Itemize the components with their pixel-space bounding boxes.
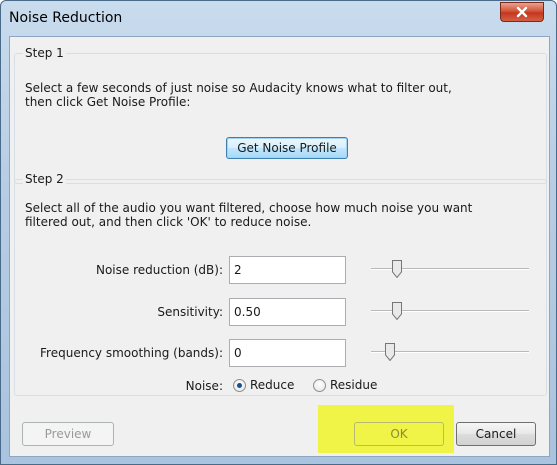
radio-reduce[interactable]: Reduce	[233, 378, 294, 392]
preview-button[interactable]: Preview	[22, 422, 114, 446]
step1-group: Step 1 Select a few seconds of just nois…	[14, 46, 547, 184]
step2-group: Step 2 Select all of the audio you want …	[14, 172, 547, 396]
sensitivity-field[interactable]: 0.50	[229, 298, 346, 326]
ok-button[interactable]: OK	[354, 422, 444, 446]
window-title: Noise Reduction	[9, 10, 123, 26]
get-noise-profile-button[interactable]: Get Noise Profile	[226, 137, 348, 159]
noise-reduction-field[interactable]: 2	[229, 256, 346, 284]
close-icon	[516, 6, 528, 18]
close-button[interactable]	[500, 2, 544, 22]
dialog-body: Step 1 Select a few seconds of just nois…	[9, 36, 550, 457]
frequency-smoothing-slider[interactable]	[371, 341, 529, 363]
cancel-button[interactable]: Cancel	[456, 422, 536, 446]
step2-label: Step 2	[23, 172, 66, 186]
step1-description: Select a few seconds of just noise so Au…	[25, 81, 452, 109]
radio-residue-indicator[interactable]	[313, 378, 326, 392]
step2-description: Select all of the audio you want filtere…	[25, 201, 473, 229]
noise-reduction-dialog: Noise Reduction Step 1 Select a few seco…	[0, 0, 557, 465]
radio-reduce-indicator[interactable]	[233, 378, 246, 392]
noise-label: Noise:	[185, 379, 223, 393]
noise-reduction-slider[interactable]	[371, 258, 529, 280]
slider-thumb[interactable]	[391, 302, 402, 320]
slider-thumb[interactable]	[385, 343, 395, 361]
radio-reduce-label: Reduce	[250, 378, 295, 392]
sensitivity-label: Sensitivity:	[157, 305, 223, 319]
step1-label: Step 1	[23, 46, 66, 60]
slider-thumb[interactable]	[391, 260, 402, 278]
noise-reduction-label: Noise reduction (dB):	[95, 263, 223, 277]
frequency-smoothing-label: Frequency smoothing (bands):	[40, 346, 223, 360]
title-bar[interactable]: Noise Reduction	[1, 1, 556, 37]
sensitivity-slider[interactable]	[371, 300, 529, 322]
frequency-smoothing-field[interactable]: 0	[229, 339, 346, 367]
radio-residue-label: Residue	[330, 378, 378, 392]
radio-residue[interactable]: Residue	[313, 378, 377, 392]
